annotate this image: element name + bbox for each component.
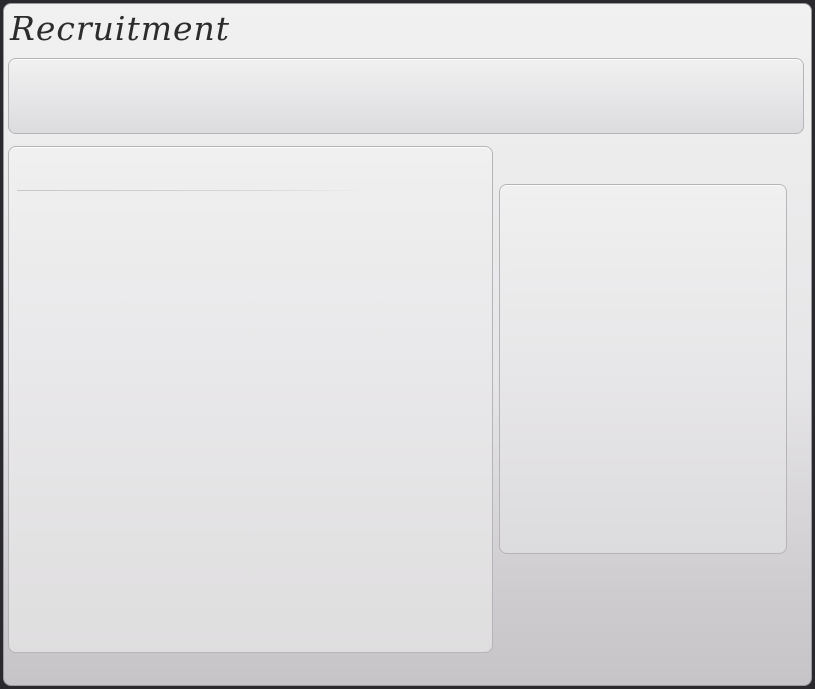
main-content-panel	[8, 146, 493, 653]
content-divider	[17, 190, 367, 191]
side-panel	[499, 184, 787, 554]
page-title: Recruitment	[10, 9, 231, 48]
header-panel	[8, 58, 804, 134]
app-window: Recruitment	[3, 3, 812, 686]
